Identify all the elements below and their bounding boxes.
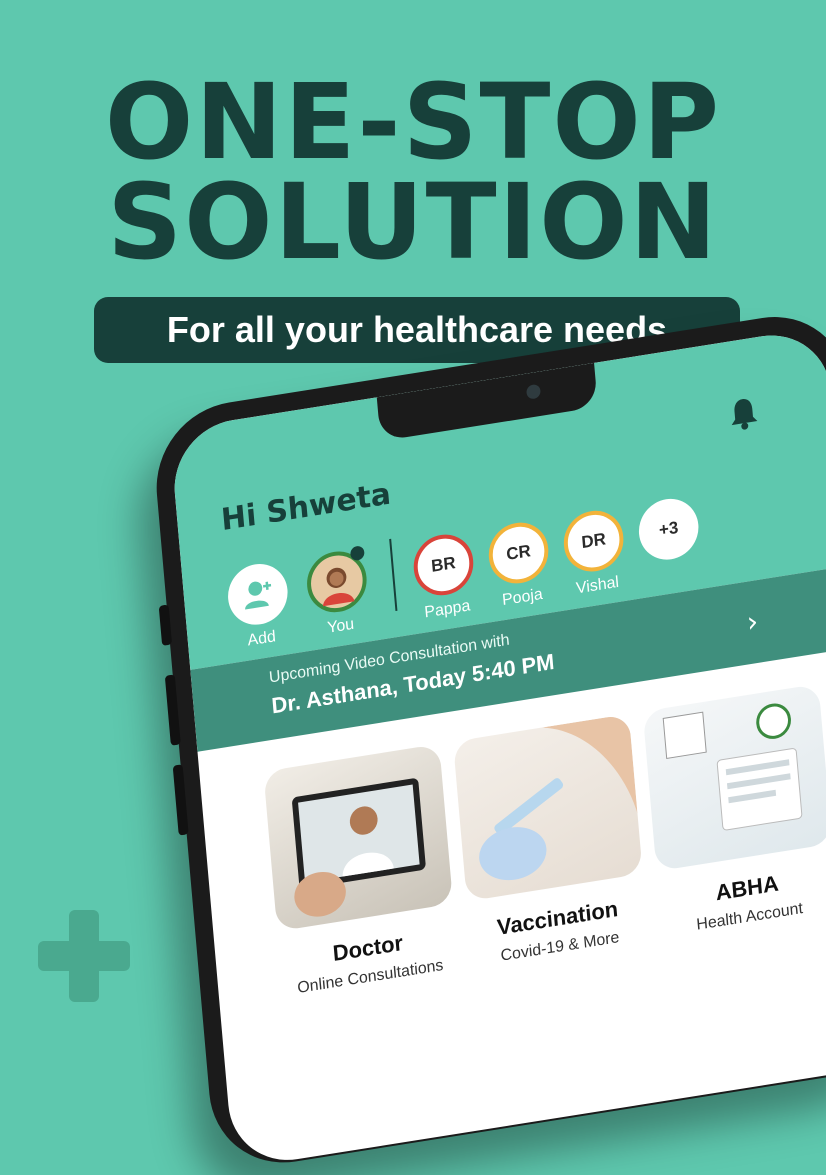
card-abha[interactable] xyxy=(642,683,826,872)
card-vaccination[interactable] xyxy=(452,713,643,902)
phone-screen: Hi Shweta Add You BR Pappa CR Pooja DR V… xyxy=(169,326,826,1170)
phone-side-button xyxy=(164,674,181,746)
user-photo xyxy=(322,567,355,607)
chevron-right-icon: › xyxy=(745,604,760,640)
phone-side-button xyxy=(172,764,189,836)
headline-line2: SOLUTION xyxy=(107,161,719,283)
abha-image xyxy=(662,703,803,831)
phone-side-button xyxy=(158,604,173,646)
headline-line1: ONE-STOP xyxy=(104,61,722,183)
vaccination-image xyxy=(479,713,638,881)
plus-icon xyxy=(38,910,130,1002)
phone-frame: Hi Shweta Add You BR Pappa CR Pooja DR V… xyxy=(150,305,826,1174)
bell-icon[interactable] xyxy=(727,394,760,433)
add-person-icon xyxy=(245,581,272,610)
card-doctor[interactable] xyxy=(263,743,454,932)
doctor-video-image xyxy=(292,778,426,917)
phone-mockup: Hi Shweta Add You BR Pappa CR Pooja DR V… xyxy=(150,305,826,1174)
camera-icon xyxy=(525,383,542,400)
